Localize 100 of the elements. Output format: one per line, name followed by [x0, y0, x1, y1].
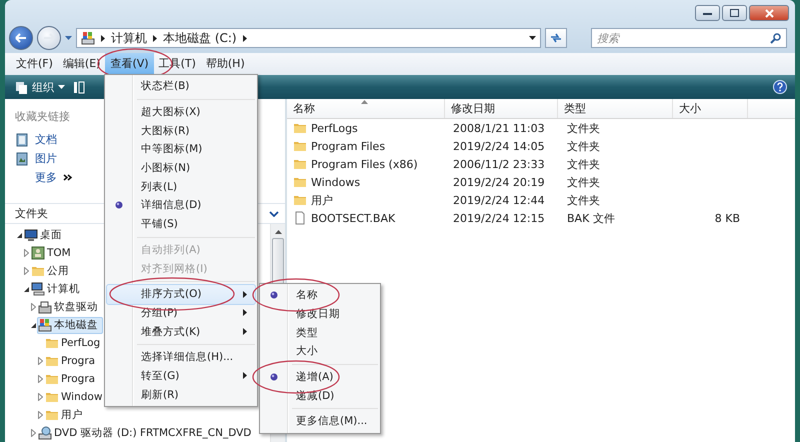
more-link[interactable]: 更多: [15, 170, 73, 185]
collapse-icon[interactable]: [16, 232, 22, 238]
minimize-icon: [703, 12, 712, 14]
menu-item[interactable]: 选择详细信息(H)...: [107, 348, 255, 367]
scroll-up-icon[interactable]: [274, 230, 282, 234]
menu-item[interactable]: 大图标(R): [107, 121, 255, 140]
maximize-icon: [730, 9, 739, 17]
favorites-heading: 收藏夹链接: [15, 109, 70, 124]
close-button[interactable]: [749, 5, 789, 21]
document-icon: [15, 132, 29, 146]
folder-icon: [45, 408, 59, 422]
menu-bar-item[interactable]: 查看(V): [105, 53, 154, 75]
column-header[interactable]: 大小: [673, 99, 748, 118]
menu-item[interactable]: 平铺(S): [107, 214, 255, 234]
menu-item[interactable]: 类型: [262, 323, 378, 342]
menu-item[interactable]: 更多信息(M)...: [262, 412, 378, 431]
tree-item[interactable]: DVD 驱动器 (D:) FRTMCXFRE_CN_DVD: [37, 424, 256, 442]
folder-icon: [45, 336, 59, 350]
folder-icon: [45, 390, 59, 404]
collapse-icon[interactable]: [24, 286, 28, 292]
refresh-icon: [550, 33, 562, 43]
breadcrumb-item[interactable]: 本地磁盘 (C:): [163, 30, 237, 46]
expand-icon[interactable]: [30, 303, 36, 311]
search-field[interactable]: 搜索: [591, 28, 787, 48]
file-size: 8 KB: [714, 212, 741, 224]
breadcrumb-arrow-icon[interactable]: [242, 34, 247, 42]
maximize-button[interactable]: [722, 5, 747, 21]
caret-icon: [58, 85, 65, 89]
menu-item[interactable]: 排序方式(O): [107, 284, 255, 304]
back-button[interactable]: [9, 26, 33, 50]
tree-item[interactable]: Window: [44, 388, 108, 406]
views-icon[interactable]: [73, 80, 85, 94]
file-name[interactable]: Windows: [287, 175, 445, 189]
folder-icon: [31, 264, 45, 278]
dropdown-caret-icon[interactable]: [529, 36, 536, 40]
collapse-icon[interactable]: [30, 322, 36, 328]
breadcrumb-item[interactable]: 计算机: [111, 30, 147, 46]
tree-item[interactable]: 本地磁盘: [37, 316, 103, 334]
tree-item[interactable]: TOM: [30, 244, 76, 262]
modified-date: 2006/11/2 23:33: [452, 158, 546, 170]
folder-icon: [45, 354, 59, 368]
menu-bar-item[interactable]: 文件(F): [11, 53, 58, 75]
favorite-link[interactable]: 图片: [15, 151, 57, 166]
tree-item[interactable]: PerfLog: [44, 334, 106, 352]
menu-item[interactable]: 小图标(N): [107, 158, 255, 178]
expand-icon[interactable]: [38, 393, 42, 401]
expand-icon[interactable]: [38, 357, 42, 365]
tree-item[interactable]: 软盘驱动: [37, 298, 103, 316]
menu-item[interactable]: 刷新(R): [107, 385, 255, 404]
address-field[interactable]: 计算机 本地磁盘 (C:): [76, 28, 541, 48]
dvd-icon: [38, 426, 52, 440]
folder-icon: [293, 121, 307, 135]
breadcrumb-arrow-icon[interactable]: [153, 34, 157, 42]
file-name[interactable]: 用户: [287, 192, 445, 208]
tree-item[interactable]: 计算机: [30, 280, 85, 298]
tree-item[interactable]: Progra: [44, 370, 100, 388]
menu-item[interactable]: 名称: [262, 286, 378, 305]
refresh-button[interactable]: [545, 28, 567, 48]
folder-icon: [45, 372, 59, 386]
tree-item[interactable]: 用户: [44, 406, 88, 424]
column-header[interactable]: 修改日期: [445, 99, 558, 118]
expand-icon[interactable]: [24, 267, 28, 275]
tree-item[interactable]: Progra: [44, 352, 100, 370]
menu-item[interactable]: 堆叠方式(K): [107, 322, 255, 341]
expand-icon[interactable]: [24, 249, 28, 257]
folder-icon: [293, 193, 307, 207]
search-icon: [770, 32, 781, 44]
column-header[interactable]: 名称: [287, 99, 445, 118]
tree-item[interactable]: 公用: [30, 262, 74, 280]
file-name[interactable]: Program Files (x86): [287, 157, 445, 171]
floppy-icon: [38, 300, 52, 314]
menu-item[interactable]: 超大图标(X): [107, 102, 255, 122]
sort-arrow-icon: [361, 100, 368, 104]
file-name[interactable]: PerfLogs: [287, 121, 445, 135]
chevron-down-icon[interactable]: [269, 210, 279, 216]
expand-icon[interactable]: [30, 429, 36, 437]
file-name[interactable]: BOOTSECT.BAK: [287, 211, 445, 225]
file-type: 文件夹: [566, 156, 601, 172]
close-icon: [764, 8, 774, 18]
menu-item[interactable]: 详细信息(D): [107, 196, 255, 215]
breadcrumb-arrow-icon[interactable]: [101, 34, 105, 42]
minimize-button[interactable]: [695, 5, 720, 21]
menu-item[interactable]: 列表(L): [107, 177, 255, 196]
forward-button[interactable]: [37, 26, 61, 50]
menu-item[interactable]: 递增(A): [262, 368, 378, 386]
picture-icon: [15, 152, 29, 166]
menu-item[interactable]: 转至(G): [107, 366, 255, 386]
menu-item[interactable]: 状态栏(B): [107, 77, 255, 96]
favorite-link[interactable]: 文档: [15, 132, 57, 147]
tree-item[interactable]: 桌面: [23, 226, 67, 244]
expand-icon[interactable]: [38, 375, 42, 383]
menu-item[interactable]: 中等图标(M): [107, 140, 255, 159]
menu-item[interactable]: 大小: [262, 342, 378, 361]
expand-icon[interactable]: [38, 411, 42, 419]
organize-button[interactable]: 组织: [13, 80, 67, 94]
column-header[interactable]: 类型: [558, 99, 673, 118]
file-type: 文件夹: [566, 120, 601, 136]
file-name[interactable]: Program Files: [287, 139, 445, 153]
menu-bar-item[interactable]: 帮助(H): [200, 53, 250, 75]
help-icon[interactable]: [773, 80, 787, 94]
